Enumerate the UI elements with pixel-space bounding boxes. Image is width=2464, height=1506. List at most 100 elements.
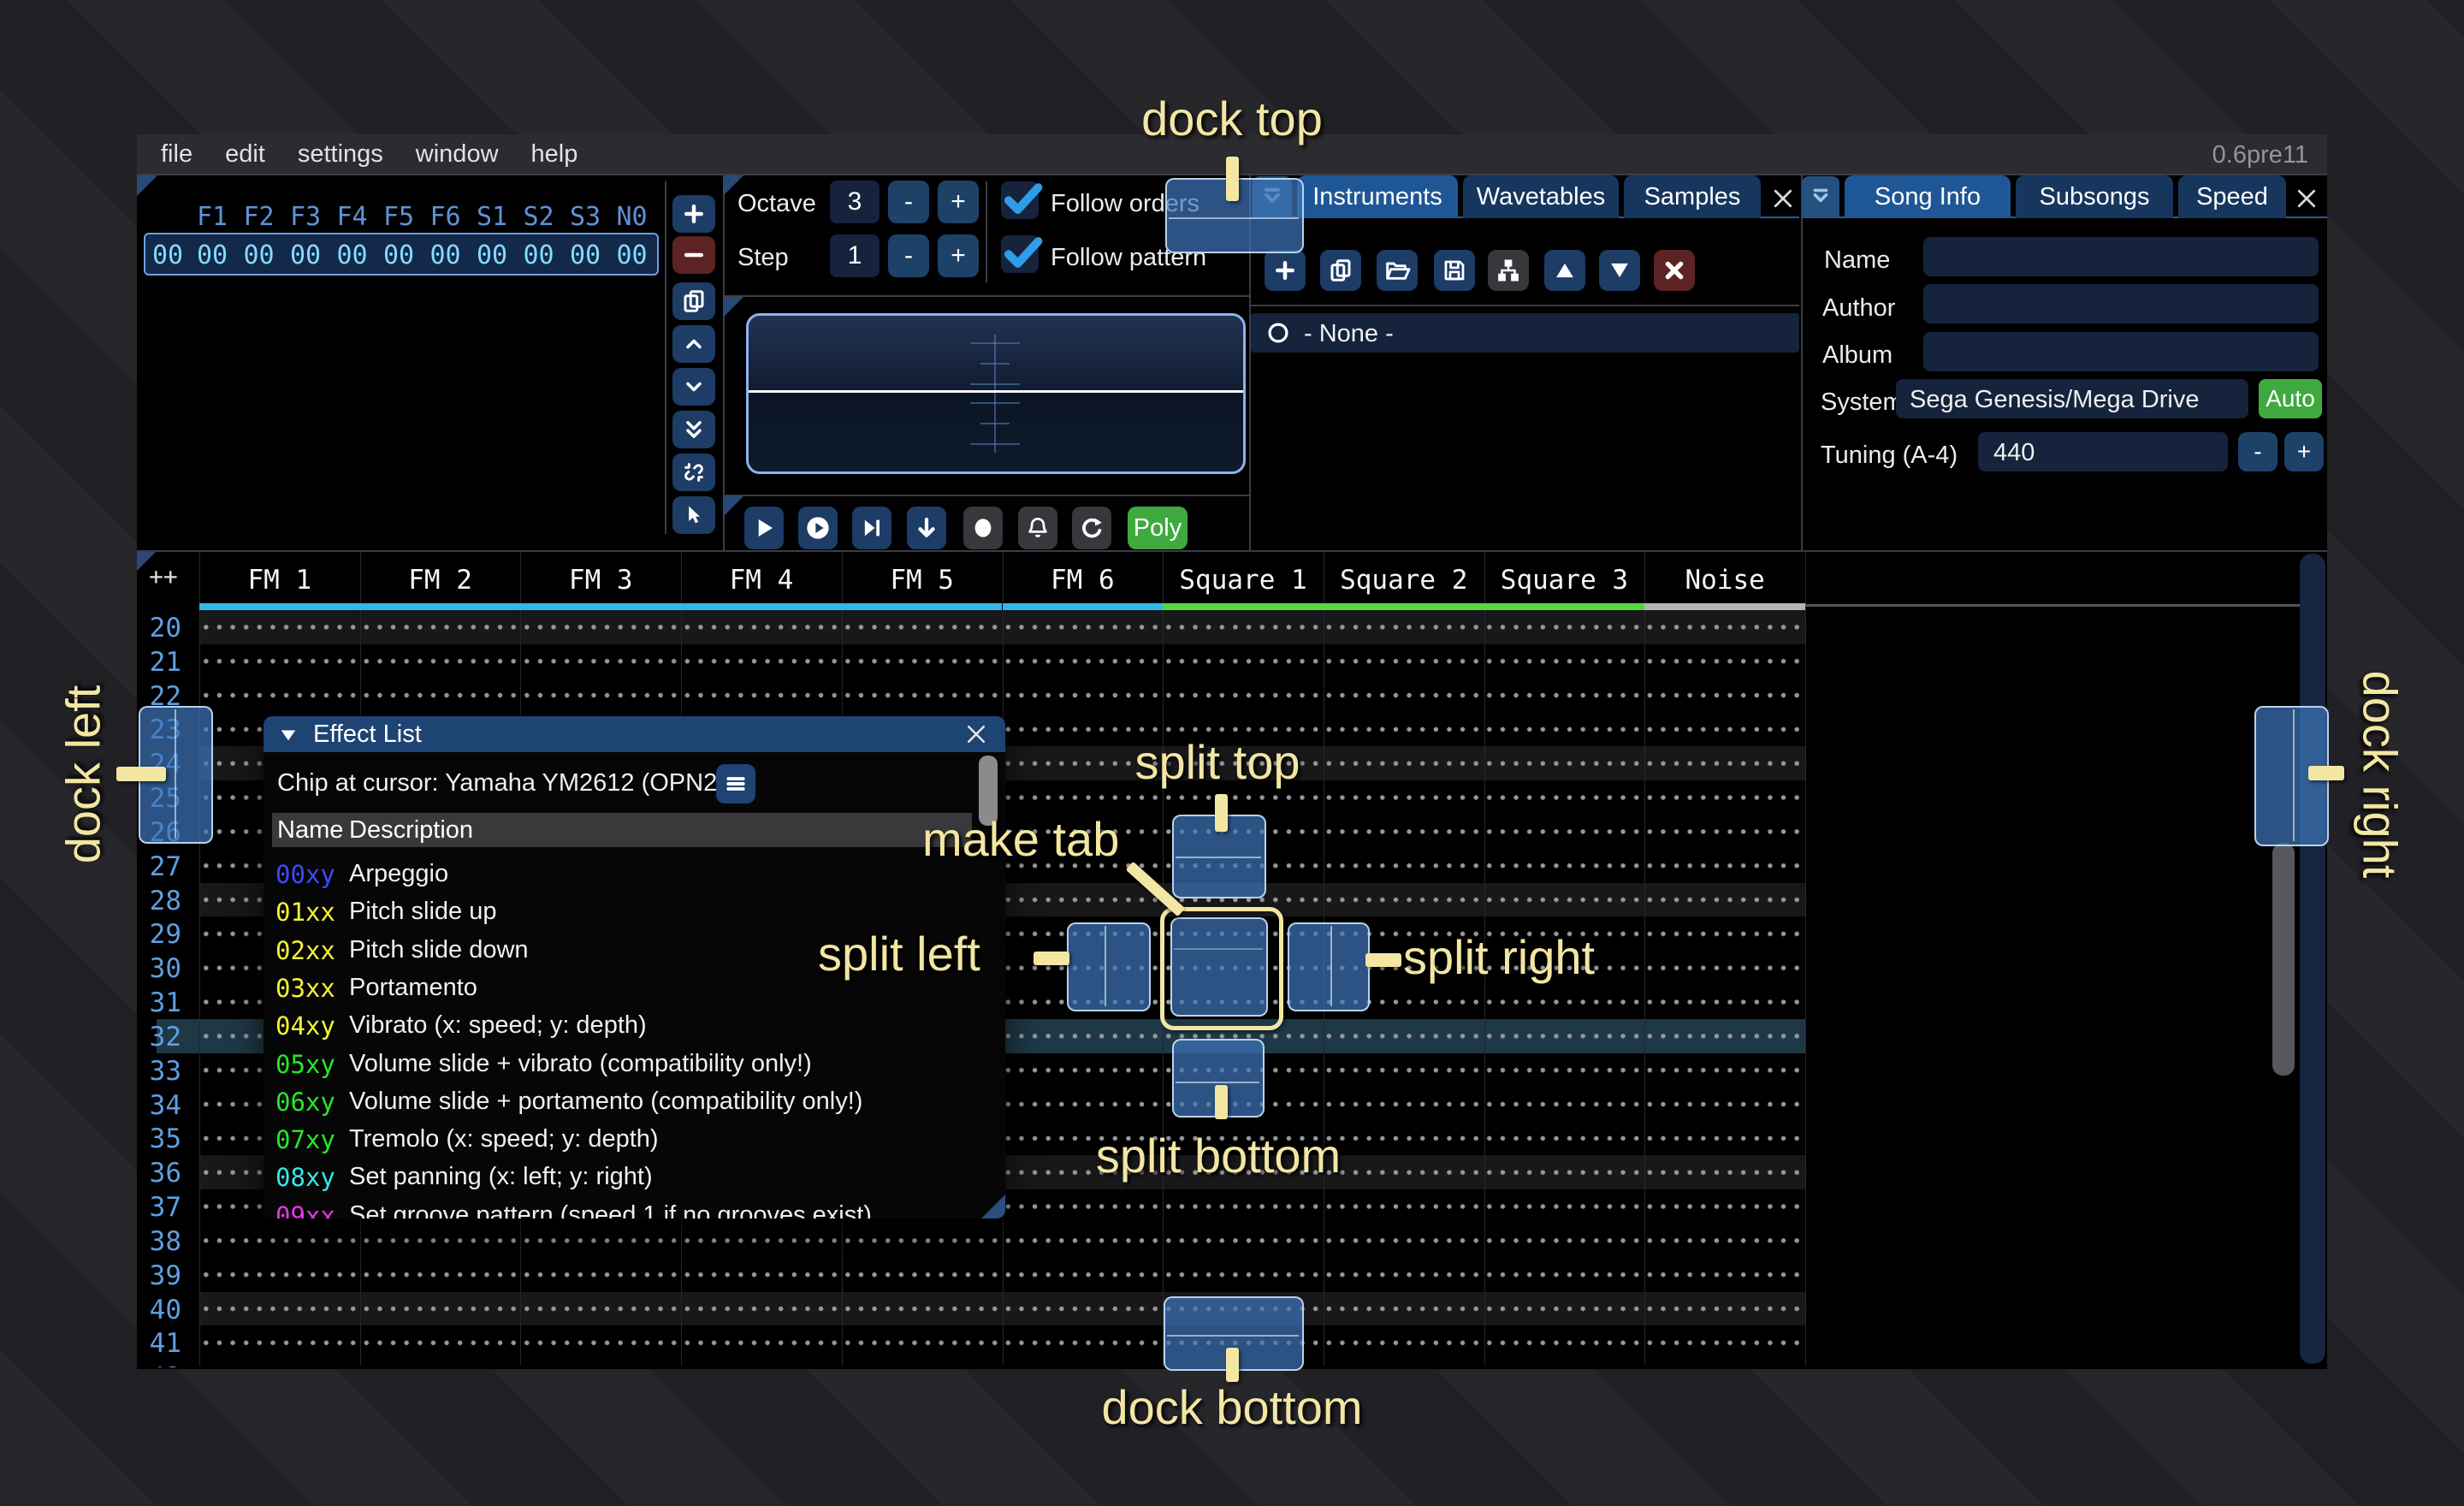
effect-description: Tremolo (x: speed; y: depth) bbox=[349, 1125, 659, 1153]
effect-list-row[interactable]: 06xyVolume slide + portamento (compatibi… bbox=[264, 1088, 998, 1124]
order-cell[interactable]: 00 bbox=[190, 240, 234, 270]
channel-header-fm-5[interactable]: FM 5 bbox=[842, 560, 1003, 600]
song-tab-speed[interactable]: Speed bbox=[2178, 175, 2286, 218]
order-cell[interactable]: 00 bbox=[376, 240, 421, 270]
song-tab-subsongs[interactable]: Subsongs bbox=[2016, 175, 2173, 218]
order-cell[interactable]: 00 bbox=[610, 240, 654, 270]
instrument-duplicate-button[interactable] bbox=[1320, 250, 1361, 291]
poly-toggle-button[interactable]: Poly bbox=[1128, 507, 1188, 549]
effect-list-row[interactable]: 07xyTremolo (x: speed; y: depth) bbox=[264, 1125, 998, 1161]
effect-list-row[interactable]: 00xyArpeggio bbox=[264, 860, 998, 896]
octave-plus-button[interactable]: + bbox=[938, 181, 979, 223]
step-plus-button[interactable]: + bbox=[938, 234, 979, 277]
step-row-button[interactable] bbox=[907, 507, 946, 549]
split-target-right[interactable] bbox=[1288, 922, 1370, 1011]
instrument-save-button[interactable] bbox=[1434, 250, 1475, 291]
octave-value[interactable]: 3 bbox=[830, 181, 880, 223]
instruments-tab-samples[interactable]: Samples bbox=[1624, 175, 1761, 218]
channel-header-square-3[interactable]: Square 3 bbox=[1484, 560, 1645, 600]
instrument-move-up-button[interactable] bbox=[1544, 250, 1585, 291]
menu-item-window[interactable]: window bbox=[416, 140, 499, 169]
play-from-cursor-button[interactable] bbox=[852, 507, 891, 549]
song-album-input[interactable] bbox=[1923, 332, 2319, 371]
channel-header-fm-2[interactable]: FM 2 bbox=[360, 560, 521, 600]
effect-table-header[interactable]: Name Description bbox=[272, 813, 972, 847]
record-button[interactable] bbox=[963, 507, 1003, 549]
order-cell[interactable]: 00 bbox=[283, 240, 328, 270]
repeat-pattern-button[interactable] bbox=[1072, 507, 1111, 549]
song-name-input[interactable] bbox=[1923, 237, 2319, 276]
row-number: 36 bbox=[137, 1158, 181, 1189]
menu-item-file[interactable]: file bbox=[161, 140, 192, 169]
instrument-add-button[interactable] bbox=[1265, 250, 1306, 291]
order-cell[interactable]: 00 bbox=[330, 240, 375, 270]
channel-underline bbox=[360, 603, 521, 610]
split-target-left[interactable] bbox=[1067, 922, 1151, 1011]
octave-minus-button[interactable]: - bbox=[888, 181, 929, 223]
step-value[interactable]: 1 bbox=[830, 234, 880, 277]
channel-header-noise[interactable]: Noise bbox=[1644, 560, 1805, 600]
menu-item-edit[interactable]: edit bbox=[225, 140, 265, 169]
channel-header-fm-4[interactable]: FM 4 bbox=[681, 560, 842, 600]
order-move-down-button[interactable] bbox=[672, 368, 715, 406]
metronome-button[interactable] bbox=[1018, 507, 1057, 549]
order-cell[interactable]: 00 bbox=[563, 240, 607, 270]
tuning-minus-button[interactable]: - bbox=[2238, 432, 2277, 471]
triangle-down-icon bbox=[1608, 258, 1632, 282]
channel-header-fm-1[interactable]: FM 1 bbox=[199, 560, 360, 600]
collapse-triangle-icon[interactable] bbox=[279, 726, 298, 744]
instrument-move-down-button[interactable] bbox=[1599, 250, 1640, 291]
play-button[interactable] bbox=[744, 507, 784, 549]
step-minus-button[interactable]: - bbox=[888, 234, 929, 277]
effect-list-row[interactable]: 05xyVolume slide + vibrato (compatibilit… bbox=[264, 1050, 998, 1086]
system-auto-button[interactable]: Auto bbox=[2259, 379, 2322, 418]
song-panel-dropdown-button[interactable] bbox=[1802, 176, 1839, 217]
follow-orders-checkbox[interactable] bbox=[1001, 181, 1039, 219]
order-cell[interactable]: 00 bbox=[237, 240, 281, 270]
channel-header-fm-3[interactable]: FM 3 bbox=[520, 560, 681, 600]
instrument-open-button[interactable] bbox=[1377, 250, 1418, 291]
order-remove-button[interactable] bbox=[672, 236, 715, 274]
song-panel-close-button[interactable] bbox=[2289, 181, 2324, 216]
order-cell[interactable]: 00 bbox=[424, 240, 468, 270]
order-add-button[interactable] bbox=[672, 195, 715, 233]
effect-list-row[interactable]: 09xxSet groove pattern (speed 1 if no gr… bbox=[264, 1201, 998, 1218]
order-cell[interactable]: 00 bbox=[470, 240, 514, 270]
effect-list-menu-button[interactable] bbox=[716, 764, 755, 803]
tuning-plus-button[interactable]: + bbox=[2284, 432, 2324, 471]
channel-header-fm-6[interactable]: FM 6 bbox=[1003, 560, 1164, 600]
order-col-header-F6: F6 bbox=[424, 202, 468, 232]
order-duplicate-button[interactable] bbox=[672, 282, 715, 320]
menu-item-help[interactable]: help bbox=[531, 140, 578, 169]
pattern-scrollbar-thumb[interactable] bbox=[2272, 843, 2295, 1076]
order-duplicate-end-button[interactable] bbox=[672, 411, 715, 448]
song-system-select[interactable]: Sega Genesis/Mega Drive bbox=[1896, 379, 2248, 418]
effect-list-titlebar[interactable]: Effect List bbox=[264, 716, 1005, 752]
order-cell[interactable]: 00 bbox=[517, 240, 561, 270]
effect-list-row[interactable]: 08xySet panning (x: left; y: right) bbox=[264, 1163, 998, 1199]
tuning-input[interactable]: 440 bbox=[1978, 432, 2228, 471]
song-tab-song-info[interactable]: Song Info bbox=[1845, 175, 2011, 218]
row-number: 31 bbox=[137, 987, 181, 1018]
instrument-toggle-folders-button[interactable] bbox=[1488, 250, 1529, 291]
menu-item-settings[interactable]: settings bbox=[298, 140, 383, 169]
channel-header-square-2[interactable]: Square 2 bbox=[1324, 560, 1484, 600]
instruments-tab-instruments[interactable]: Instruments bbox=[1297, 175, 1458, 218]
effect-description: Set panning (x: left; y: right) bbox=[349, 1163, 653, 1191]
pattern-add-channel-button[interactable]: ++ bbox=[149, 562, 178, 590]
song-author-input[interactable] bbox=[1923, 284, 2319, 323]
order-change-mode-button[interactable] bbox=[672, 496, 715, 534]
order-move-up-button[interactable] bbox=[672, 325, 715, 363]
follow-pattern-checkbox[interactable] bbox=[1001, 235, 1039, 273]
instruments-panel-close-button[interactable] bbox=[1766, 181, 1800, 216]
channel-header-square-1[interactable]: Square 1 bbox=[1163, 560, 1324, 600]
instruments-tab-wavetables[interactable]: Wavetables bbox=[1463, 175, 1619, 218]
close-icon[interactable] bbox=[963, 721, 989, 747]
instrument-list-item-none[interactable]: - None - bbox=[1251, 313, 1799, 353]
order-deep-clone-button[interactable] bbox=[672, 454, 715, 491]
effect-list-row[interactable]: 04xyVibrato (x: speed; y: depth) bbox=[264, 1011, 998, 1047]
pattern-scrollbar-track[interactable] bbox=[2300, 554, 2325, 1364]
play-pattern-button[interactable] bbox=[798, 507, 838, 549]
instrument-delete-button[interactable] bbox=[1654, 250, 1695, 291]
order-row-index[interactable]: 00 bbox=[145, 240, 190, 270]
